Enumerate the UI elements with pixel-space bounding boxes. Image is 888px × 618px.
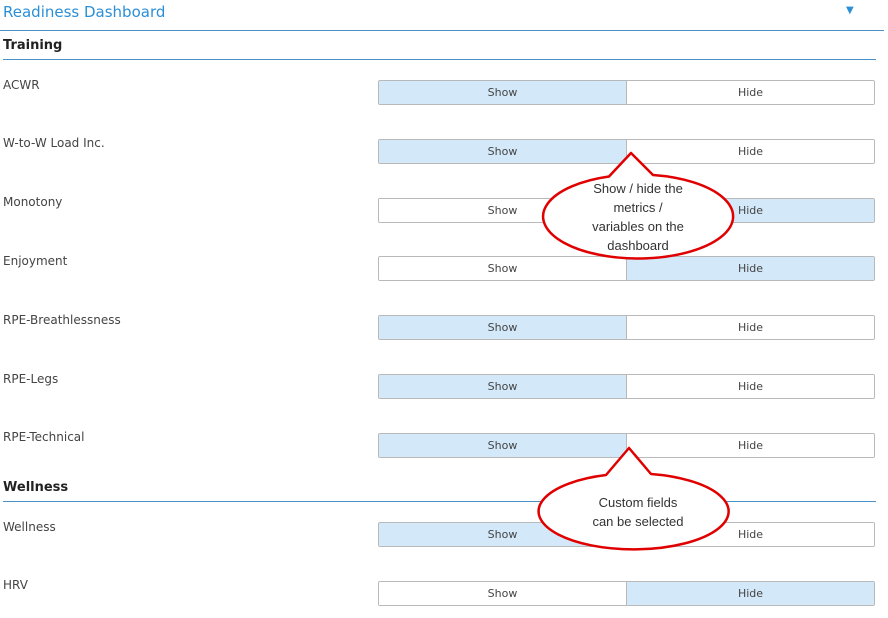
- row-label-rpe-breathlessness: RPE-Breathlessness: [3, 313, 121, 327]
- dashboard-header: Readiness Dashboard ▼: [0, 0, 884, 31]
- section-title: Training: [3, 38, 63, 53]
- toggle-w-to-w-load-inc: Show Hide: [378, 139, 875, 164]
- toggle-enjoyment: Show Hide: [378, 256, 875, 281]
- callout-line: metrics /: [613, 200, 663, 215]
- show-button[interactable]: Show: [379, 81, 627, 104]
- hide-button[interactable]: Hide: [627, 140, 874, 163]
- section-heading-wellness: Wellness: [3, 480, 876, 502]
- section-heading-training: Training: [3, 38, 876, 60]
- row-label-rpe-technical: RPE-Technical: [3, 430, 85, 444]
- hide-button[interactable]: Hide: [627, 316, 874, 339]
- row-label-acwr: ACWR: [3, 78, 40, 92]
- hide-button[interactable]: Hide: [627, 257, 874, 280]
- row-label-w-to-w-load-inc: W-to-W Load Inc.: [3, 136, 105, 150]
- row-label-monotony: Monotony: [3, 195, 63, 209]
- toggle-acwr: Show Hide: [378, 80, 875, 105]
- row-label-wellness: Wellness: [3, 520, 56, 534]
- hide-button[interactable]: Hide: [627, 582, 874, 605]
- callout-line: variables on the: [592, 219, 684, 234]
- show-button[interactable]: Show: [379, 257, 627, 280]
- show-button[interactable]: Show: [379, 140, 627, 163]
- hide-button[interactable]: Hide: [627, 434, 874, 457]
- callout-line: can be selected: [592, 514, 684, 529]
- row-label-hrv: HRV: [3, 578, 28, 592]
- callout-text-show-hide: Show / hide the metrics / variables on t…: [548, 179, 728, 255]
- page-title: Readiness Dashboard: [3, 3, 166, 21]
- show-button[interactable]: Show: [379, 582, 627, 605]
- toggle-rpe-legs: Show Hide: [378, 374, 875, 399]
- toggle-rpe-technical: Show Hide: [378, 433, 875, 458]
- row-label-enjoyment: Enjoyment: [3, 254, 68, 268]
- callout-line: Custom fields: [598, 495, 678, 510]
- row-label-rpe-legs: RPE-Legs: [3, 372, 59, 386]
- show-button[interactable]: Show: [379, 316, 627, 339]
- toggle-rpe-breathlessness: Show Hide: [378, 315, 875, 340]
- caret-down-icon[interactable]: ▼: [846, 5, 854, 16]
- hide-button[interactable]: Hide: [627, 375, 874, 398]
- show-button[interactable]: Show: [379, 375, 627, 398]
- callout-line: dashboard: [607, 238, 669, 253]
- toggle-hrv: Show Hide: [378, 581, 875, 606]
- callout-line: Show / hide the: [593, 181, 683, 196]
- section-title: Wellness: [3, 480, 69, 495]
- show-button[interactable]: Show: [379, 434, 627, 457]
- hide-button[interactable]: Hide: [627, 81, 874, 104]
- callout-text-custom-fields: Custom fields can be selected: [548, 493, 728, 531]
